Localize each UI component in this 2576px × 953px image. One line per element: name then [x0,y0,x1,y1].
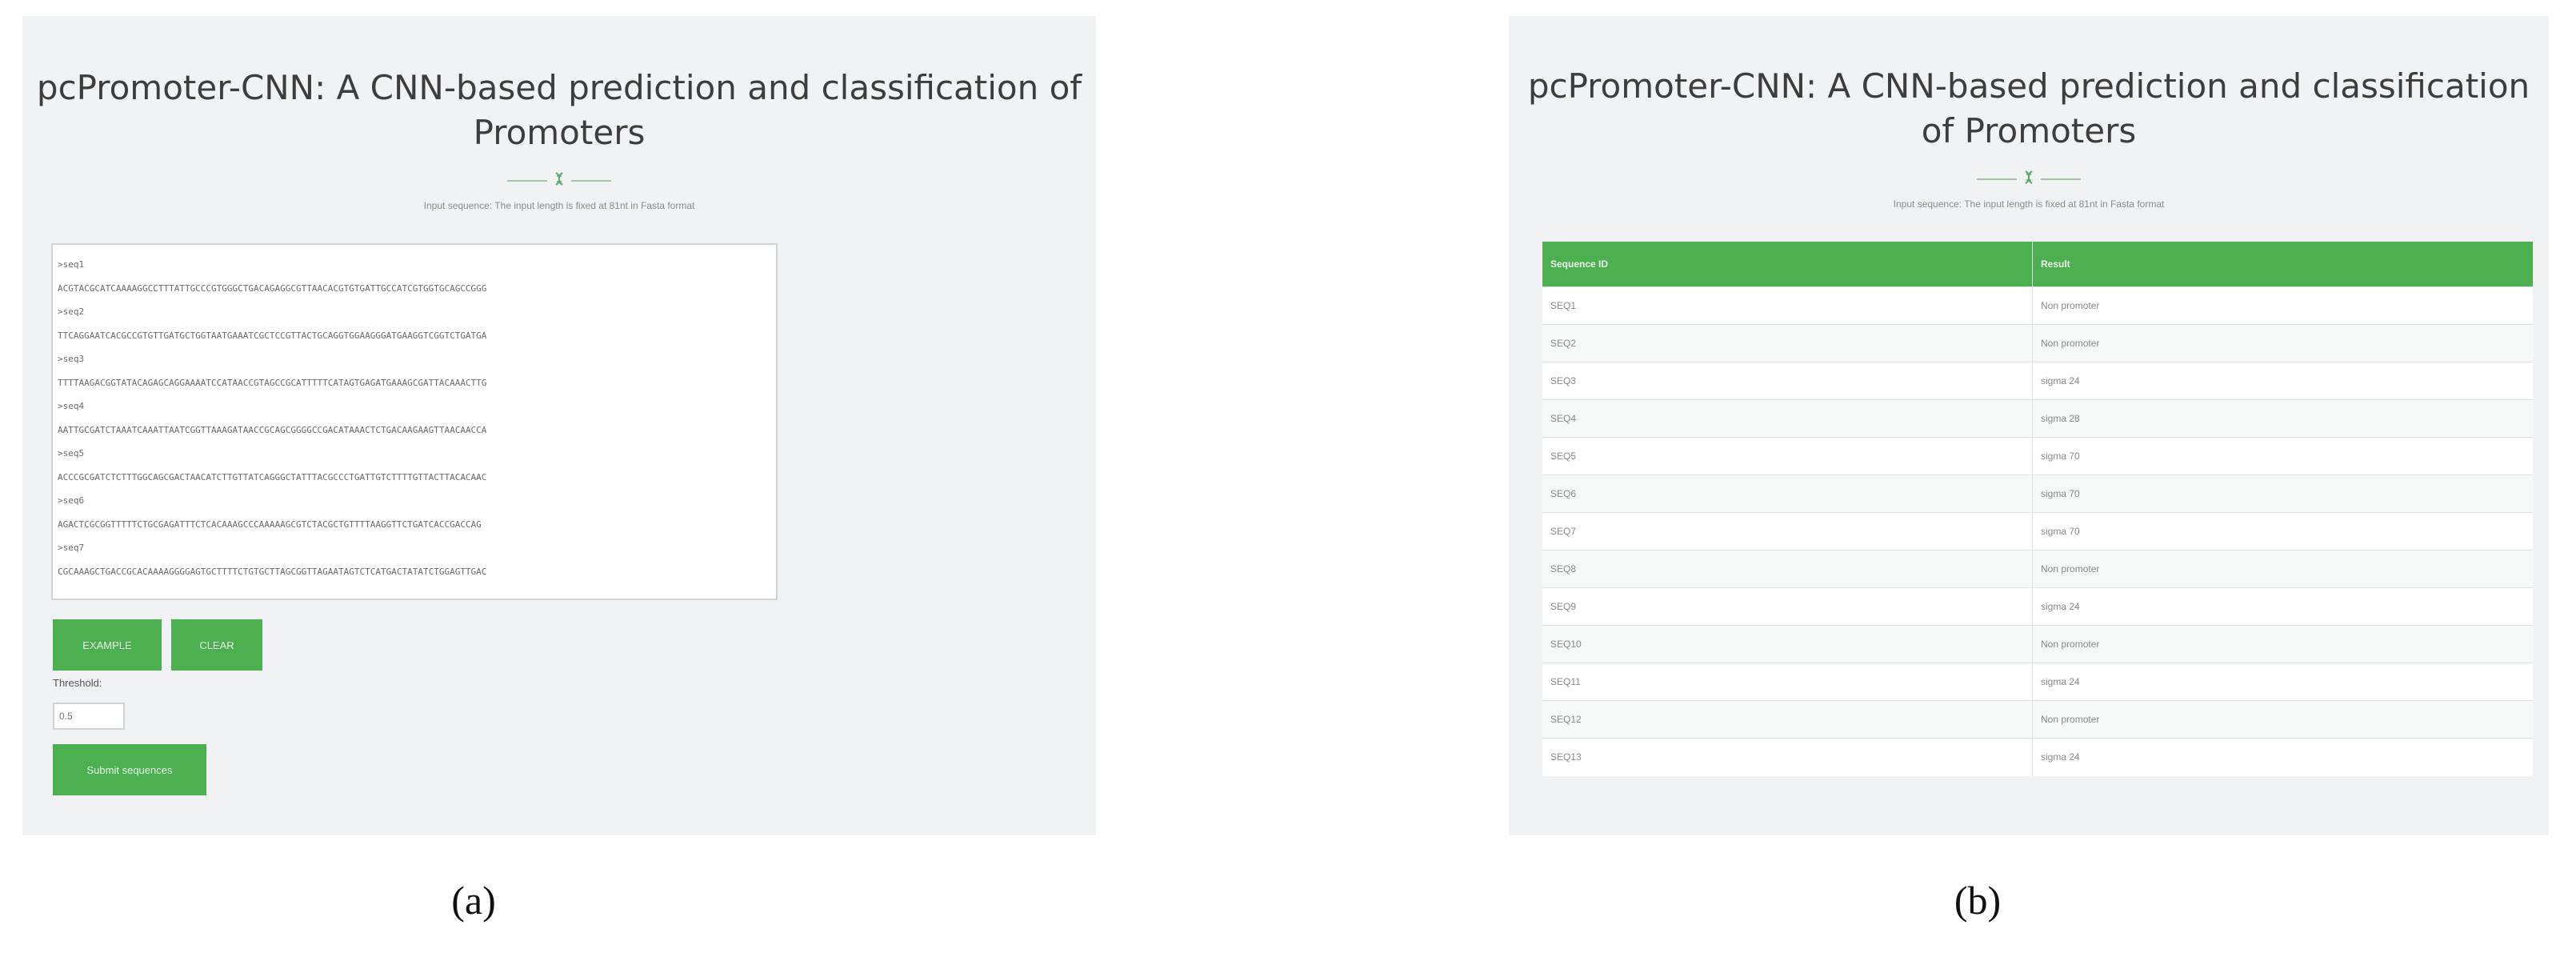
column-header-result: Result [2032,242,2533,287]
caption-b: (b) [1954,878,2002,923]
sequence-id-cell: SEQ5 [1542,437,2033,475]
divider-line-left [1977,178,2017,180]
table-row: SEQ3 sigma 24 [1542,362,2533,400]
sequence-line: TTTTAAGACGGTATACAGAGCAGGAAAATCCATAACCGTA… [58,377,487,388]
sequence-id-cell: SEQ13 [1542,738,2033,776]
table-row: SEQ11 sigma 24 [1542,663,2533,701]
table-header-row: Sequence ID Result [1542,242,2533,287]
sequence-line: AGACTCGCGGTTTTTCTGCGAGATTTCTCACAAAGCCCAA… [58,519,482,530]
result-cell: Non promoter [2032,286,2533,325]
sequence-line: ACGTACGCATCAAAAGGCCTTTATTGCCCGTGGGCTGACA… [58,282,487,294]
clear-button[interactable]: CLEAR [171,619,262,671]
threshold-label: Threshold: [53,677,102,689]
sequence-id-cell: SEQ10 [1542,625,2033,663]
sequence-id-cell: SEQ8 [1542,550,2033,588]
sequence-id-cell: SEQ4 [1542,399,2033,438]
sequence-line: AATTGCGATCTAAATCAAATTAATCGGTTAAAGATAACCG… [58,424,487,435]
title-divider [507,171,611,190]
result-cell: sigma 24 [2032,587,2533,626]
sequence-line: CGCAAAGCTGACCGCACAAAAGGGGAGTGCTTTTCTGTGC… [58,566,487,577]
result-cell: Non promoter [2032,324,2533,362]
dna-helix-icon [555,172,563,186]
table-row: SEQ7 sigma 70 [1542,512,2533,551]
result-cell: sigma 24 [2032,738,2533,776]
sequence-line: >seq1 [58,259,85,270]
result-cell: sigma 28 [2032,399,2533,438]
table-row: SEQ12 Non promoter [1542,700,2533,739]
input-instructions: Input sequence: The input length is fixe… [423,200,695,211]
table-row: SEQ4 sigma 28 [1542,399,2533,438]
sequence-line: >seq7 [58,543,85,553]
divider-line-left [507,180,547,182]
sequence-line: ACCCGCGATCTCTTTGGCAGCGACTAACATCTTGTTATCA… [58,471,487,483]
table-row: SEQ13 sigma 24 [1542,738,2533,776]
input-instructions: Input sequence: The input length is fixe… [1893,198,2165,210]
divider-line-right [571,180,611,182]
sequence-id-cell: SEQ7 [1542,512,2033,551]
threshold-input[interactable] [53,703,125,730]
submit-sequences-button[interactable]: Submit sequences [53,744,206,795]
result-cell: sigma 70 [2032,474,2533,513]
sequence-id-cell: SEQ6 [1542,474,2033,513]
result-cell: Non promoter [2032,550,2533,588]
example-button[interactable]: EXAMPLE [53,619,162,671]
sequence-id-cell: SEQ2 [1542,324,2033,362]
page-title: pcPromoter-CNN: A CNN-based prediction a… [1527,66,2530,150]
caption-a: (a) [451,878,496,923]
table-row: SEQ8 Non promoter [1542,550,2533,588]
sequence-line: TTCAGGAATCACGCCGTGTTGATGCTGGTAATGAAATCGC… [58,330,487,341]
sequence-line: >seq6 [58,495,85,506]
sequence-line: >seq3 [58,354,85,364]
dna-helix-icon [2025,170,2033,184]
table-row: SEQ1 Non promoter [1542,286,2533,325]
sequence-id-cell: SEQ9 [1542,587,2033,626]
result-cell: Non promoter [2032,625,2533,663]
sequence-id-cell: SEQ3 [1542,362,2033,400]
input-panel: pcPromoter-CNN: A CNN-based prediction a… [22,16,1096,835]
sequence-id-cell: SEQ11 [1542,663,2033,701]
table-row: SEQ5 sigma 70 [1542,437,2533,475]
table-row: SEQ6 sigma 70 [1542,474,2533,513]
sequence-line: >seq5 [58,448,85,458]
table-row: SEQ9 sigma 24 [1542,587,2533,626]
sequence-line: >seq4 [58,401,85,411]
result-cell: sigma 70 [2032,437,2533,475]
result-cell: sigma 70 [2032,512,2533,551]
page-title: pcPromoter-CNN: A CNN-based prediction a… [36,68,1082,152]
divider-line-right [2041,178,2081,180]
result-cell: sigma 24 [2032,663,2533,701]
results-panel: pcPromoter-CNN: A CNN-based prediction a… [1509,16,2549,835]
column-header-sequence-id: Sequence ID [1542,242,2033,287]
sequence-id-cell: SEQ12 [1542,700,2033,739]
sequence-line: >seq2 [58,306,85,317]
result-cell: Non promoter [2032,700,2533,739]
table-row: SEQ10 Non promoter [1542,625,2533,663]
sequence-textarea[interactable]: >seq1 ACGTACGCATCAAAAGGCCTTTATTGCCCGTGGG… [51,243,778,600]
title-divider [1977,170,2081,189]
result-cell: sigma 24 [2032,362,2533,400]
sequence-id-cell: SEQ1 [1542,286,2033,325]
table-row: SEQ2 Non promoter [1542,324,2533,362]
results-table: Sequence ID Result SEQ1 Non promoter SEQ2… [1542,242,2533,776]
